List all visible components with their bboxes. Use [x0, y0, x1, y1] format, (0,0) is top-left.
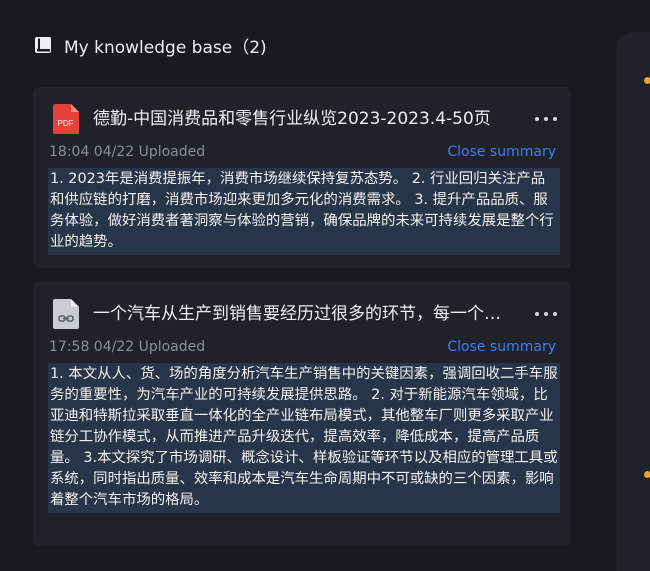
- more-dot: [544, 312, 548, 316]
- document-title[interactable]: 德勤-中国消费品和零售行业纵览2023-2023.4-50页: [93, 107, 513, 131]
- document-title[interactable]: 一个汽车从生产到销售要经历过很多的环节，每一个环节都需要: [93, 302, 513, 326]
- more-options-button[interactable]: [535, 304, 557, 324]
- pdf-icon-label: PDF: [58, 119, 74, 128]
- document-summary: 1. 2023年是消费提振年，消费市场继续保持复苏态势。 2. 行业回归关注产品…: [48, 168, 560, 255]
- upload-meta: 18:04 04/22 Uploaded: [49, 144, 206, 160]
- more-dot: [553, 117, 557, 121]
- more-dot: [535, 117, 539, 121]
- close-summary-link[interactable]: Close summary: [447, 339, 556, 355]
- knowledge-base-header: My knowledge base（2): [34, 34, 267, 58]
- right-side-panel: [617, 32, 650, 571]
- document-summary: 1. 本文从人、货、场的角度分析汽车生产销售中的关键因素，强调回收二手车服务的重…: [48, 363, 560, 513]
- more-dot: [535, 312, 539, 316]
- document-card[interactable]: 一个汽车从生产到销售要经历过很多的环节，每一个环节都需要 17:58 04/22…: [33, 282, 571, 546]
- document-card[interactable]: PDF 德勤-中国消费品和零售行业纵览2023-2023.4-50页 18:04…: [33, 87, 571, 268]
- status-dot-bottom: [644, 471, 650, 478]
- more-dot: [553, 312, 557, 316]
- more-dot: [544, 117, 548, 121]
- link-file-icon: [53, 299, 79, 329]
- status-dot-top: [644, 77, 650, 84]
- book-icon: [35, 37, 51, 53]
- knowledge-base-page: My knowledge base（2) PDF 德勤-中国消费品和零售行业纵览…: [0, 0, 650, 571]
- more-options-button[interactable]: [535, 109, 557, 129]
- close-summary-link[interactable]: Close summary: [447, 144, 556, 160]
- knowledge-base-title: My knowledge base（2): [64, 37, 267, 58]
- upload-meta: 17:58 04/22 Uploaded: [49, 339, 206, 355]
- pdf-file-icon: PDF: [53, 104, 79, 134]
